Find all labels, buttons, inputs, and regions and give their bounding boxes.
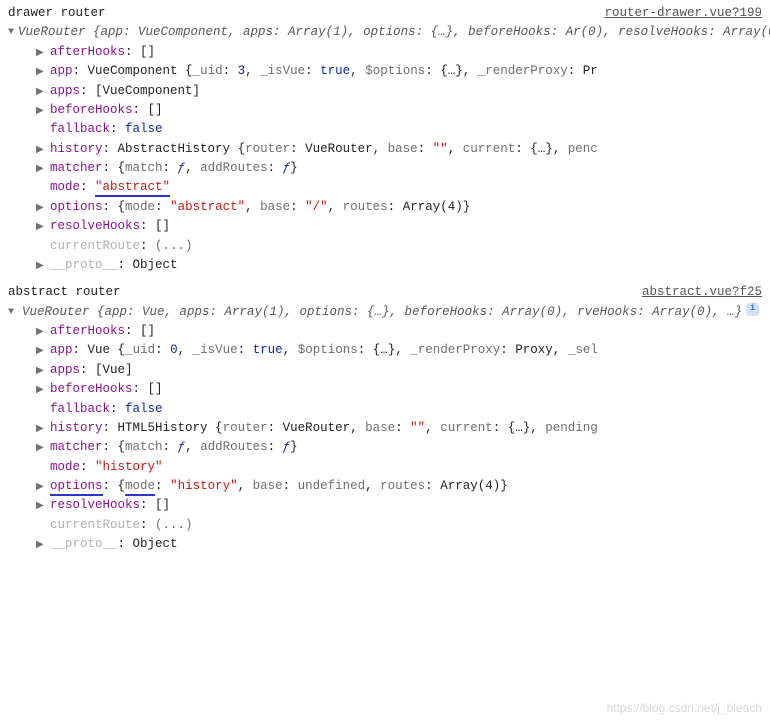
blank-icon [36,403,46,419]
chevron-right-icon: ▶ [36,162,46,178]
log-label: drawer router [8,4,106,23]
blank-icon [36,123,46,139]
highlighted-value: options [50,479,103,496]
prop-history[interactable]: ▶history: HTML5History {router: VueRoute… [36,419,762,438]
chevron-right-icon: ▶ [36,201,46,217]
prop-currentroute[interactable]: currentRoute: (...) [36,516,762,535]
prop-afterhooks[interactable]: ▶afterHooks: [] [36,43,762,62]
prop-mode[interactable]: mode: "abstract" [36,178,762,197]
prop-proto[interactable]: ▶__proto__: Object [36,535,762,554]
highlighted-value: "abstract" [95,180,170,197]
object-summary[interactable]: VueRouter {app: VueComponent, apps: Arra… [18,23,770,42]
chevron-right-icon: ▶ [36,499,46,515]
object-summary[interactable]: VueRouter {app: Vue, apps: Array(1), opt… [22,303,742,322]
prop-matcher[interactable]: ▶matcher: {match: ƒ, addRoutes: ƒ} [36,438,762,457]
chevron-right-icon: ▶ [36,325,46,341]
info-icon[interactable]: i [746,303,759,316]
log-entry-abstract-router: abstract router abstract.vue?f25 ▼ VueRo… [8,283,762,554]
object-properties: ▶afterHooks: [] ▶app: VueComponent {_uid… [8,43,762,276]
expand-toggle[interactable]: ▼ [8,305,18,321]
expand-toggle[interactable]: ▼ [8,25,14,41]
prop-options[interactable]: ▶options: {mode: "history", base: undefi… [36,477,762,496]
prop-beforehooks[interactable]: ▶beforeHooks: [] [36,101,762,120]
chevron-right-icon: ▶ [36,422,46,438]
blank-icon [36,240,46,256]
chevron-right-icon: ▶ [36,104,46,120]
prop-apps[interactable]: ▶apps: [Vue] [36,361,762,380]
prop-history[interactable]: ▶history: AbstractHistory {router: VueRo… [36,140,762,159]
chevron-right-icon: ▶ [36,85,46,101]
chevron-right-icon: ▶ [36,259,46,275]
prop-mode[interactable]: mode: "history" [36,458,762,477]
chevron-right-icon: ▶ [36,538,46,554]
prop-afterhooks[interactable]: ▶afterHooks: [] [36,322,762,341]
prop-app[interactable]: ▶app: VueComponent {_uid: 3, _isVue: tru… [36,62,762,81]
prop-apps[interactable]: ▶apps: [VueComponent] [36,82,762,101]
chevron-right-icon: ▶ [36,65,46,81]
prop-app[interactable]: ▶app: Vue {_uid: 0, _isVue: true, $optio… [36,341,762,360]
blank-icon [36,519,46,535]
blank-icon [36,461,46,477]
watermark: https://blog.csdn.net/j_bleach [607,699,762,718]
chevron-right-icon: ▶ [36,364,46,380]
chevron-right-icon: ▶ [36,344,46,360]
prop-matcher[interactable]: ▶matcher: {match: ƒ, addRoutes: ƒ} [36,159,762,178]
prop-beforehooks[interactable]: ▶beforeHooks: [] [36,380,762,399]
prop-fallback[interactable]: fallback: false [36,400,762,419]
source-link[interactable]: router-drawer.vue?199 [604,4,762,23]
prop-resolvehooks[interactable]: ▶resolveHooks: [] [36,217,762,236]
prop-fallback[interactable]: fallback: false [36,120,762,139]
log-entry-drawer-router: drawer router router-drawer.vue?199 ▼ Vu… [8,4,762,275]
prop-options[interactable]: ▶options: {mode: "abstract", base: "/", … [36,198,762,217]
blank-icon [36,181,46,197]
prop-currentroute[interactable]: currentRoute: (...) [36,237,762,256]
chevron-right-icon: ▶ [36,383,46,399]
chevron-right-icon: ▶ [36,480,46,496]
object-properties: ▶afterHooks: [] ▶app: Vue {_uid: 0, _isV… [8,322,762,555]
chevron-right-icon: ▶ [36,143,46,159]
source-link[interactable]: abstract.vue?f25 [642,283,762,302]
chevron-right-icon: ▶ [36,46,46,62]
chevron-right-icon: ▶ [36,220,46,236]
prop-proto[interactable]: ▶__proto__: Object [36,256,762,275]
prop-resolvehooks[interactable]: ▶resolveHooks: [] [36,496,762,515]
log-label: abstract router [8,283,121,302]
chevron-right-icon: ▶ [36,441,46,457]
